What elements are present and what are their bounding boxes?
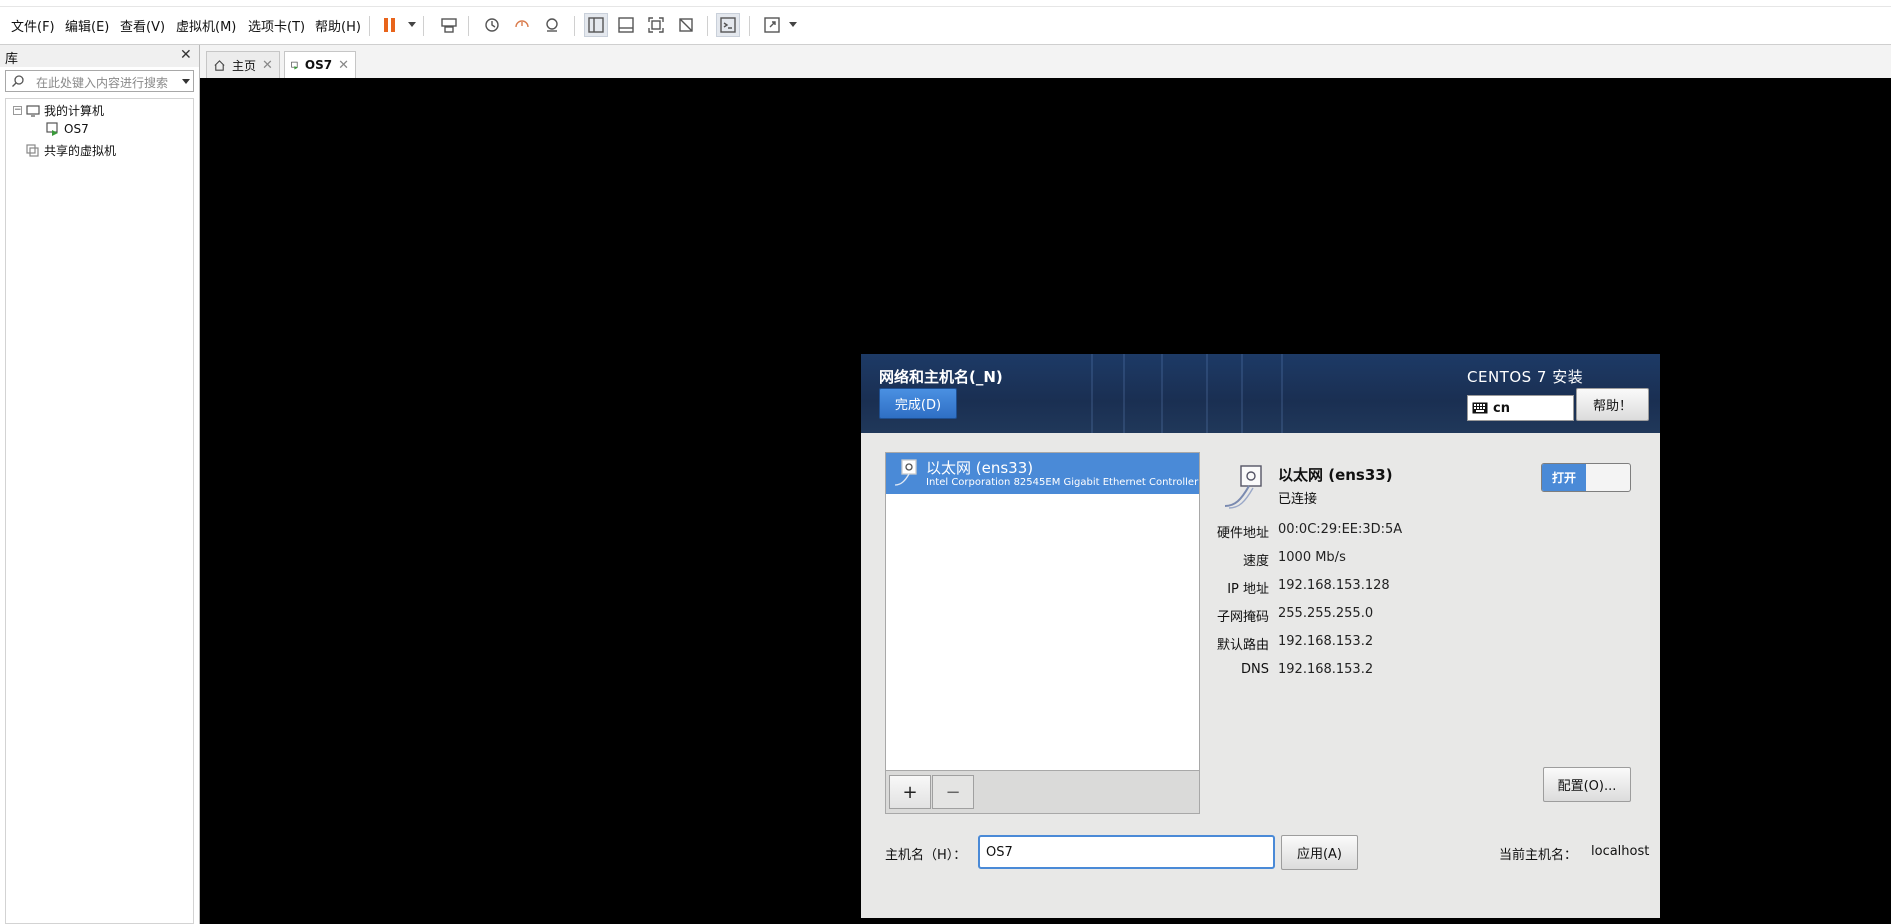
- subnet-mask-label: 子网掩码: [1216, 610, 1269, 625]
- keyboard-icon: [1472, 402, 1488, 414]
- hostname-input[interactable]: [978, 835, 1275, 869]
- toolbar-separator: [574, 16, 575, 36]
- hostname-label: 主机名（H）：: [885, 848, 967, 863]
- revert-snapshot-icon[interactable]: [510, 13, 534, 37]
- console-view-icon[interactable]: [716, 13, 740, 37]
- current-hostname-label: 当前主机名：: [1499, 848, 1578, 863]
- pause-icon[interactable]: [378, 13, 402, 37]
- tab-os7[interactable]: OS7 ✕: [284, 51, 356, 78]
- add-connection-button[interactable]: +: [889, 775, 931, 809]
- menu-vm[interactable]: 虚拟机(M): [176, 16, 236, 35]
- tree-item-shared-vms[interactable]: 共享的虚拟机: [26, 142, 116, 159]
- close-icon[interactable]: ✕: [338, 58, 349, 73]
- menu-view[interactable]: 查看(V): [120, 16, 165, 35]
- speed-label: 速度: [1242, 554, 1269, 569]
- full-screen-icon[interactable]: [644, 13, 668, 37]
- search-icon: [11, 74, 25, 88]
- toolbar-separator: [369, 16, 370, 36]
- menu-edit[interactable]: 编辑(E): [65, 16, 109, 35]
- snapshot-manager-icon[interactable]: [540, 13, 564, 37]
- library-panel: 库 ✕ 在此处键入内容进行搜索 − 我的计算机 OS7 共享的虚拟机: [0, 45, 200, 924]
- stretch-dropdown-icon[interactable]: [789, 22, 797, 27]
- toggle-on-label: 打开: [1542, 464, 1586, 491]
- speed-value: 1000 Mb/s: [1278, 550, 1346, 565]
- done-button[interactable]: 完成(D): [879, 388, 957, 419]
- tab-bar: 主页 ✕ OS7 ✕: [200, 45, 1891, 79]
- keyboard-layout-indicator[interactable]: cn: [1467, 395, 1574, 421]
- tab-home[interactable]: 主页 ✕: [206, 51, 280, 78]
- connection-list: 以太网 (ens33) Intel Corporation 82545EM Gi…: [885, 452, 1200, 774]
- help-button[interactable]: 帮助！: [1576, 388, 1649, 421]
- tab-label: OS7: [304, 58, 333, 72]
- pause-dropdown-icon[interactable]: [408, 22, 416, 27]
- unity-icon[interactable]: [674, 13, 698, 37]
- toolbar-separator: [707, 16, 708, 36]
- collapse-icon[interactable]: −: [13, 106, 22, 115]
- search-dropdown-icon[interactable]: [182, 79, 190, 84]
- keyboard-layout-label: cn: [1493, 400, 1510, 416]
- toolbar-separator: [468, 16, 469, 36]
- ip-address-label: IP 地址: [1227, 582, 1269, 597]
- menubar: 文件(F) 编辑(E) 查看(V) 虚拟机(M) 选项卡(T) 帮助(H): [0, 7, 1891, 45]
- toolbar-separator: [423, 16, 424, 36]
- connection-description: Intel Corporation 82545EM Gigabit Ethern…: [926, 477, 1199, 488]
- vm-icon: [46, 122, 58, 136]
- computer-icon: [26, 104, 40, 117]
- close-icon[interactable]: ✕: [262, 58, 273, 73]
- tree-item-my-computer[interactable]: − 我的计算机: [13, 102, 104, 119]
- configure-button[interactable]: 配置(O)...: [1543, 767, 1631, 802]
- hardware-address-value: 00:0C:29:EE:3D:5A: [1278, 522, 1403, 537]
- product-title: CENTOS 7 安装: [1467, 368, 1584, 386]
- library-search[interactable]: 在此处键入内容进行搜索: [5, 70, 194, 92]
- connection-list-toolbar: + −: [885, 770, 1200, 814]
- ethernet-icon: [892, 458, 920, 488]
- ip-address-value: 192.168.153.128: [1278, 578, 1390, 593]
- tree-label: 我的计算机: [44, 104, 105, 118]
- ethernet-icon: [1221, 462, 1269, 510]
- window-title-bar: [0, 0, 1891, 7]
- device-status: 已连接: [1278, 492, 1318, 507]
- apply-button[interactable]: 应用(A): [1281, 835, 1358, 870]
- hardware-address-label: 硬件地址: [1216, 526, 1269, 541]
- show-thumbnail-icon[interactable]: [614, 13, 638, 37]
- remove-connection-button[interactable]: −: [932, 775, 974, 809]
- dns-label: DNS: [1241, 662, 1269, 677]
- vm-screen[interactable]: 网络和主机名(_N) 完成(D) CENTOS 7 安装 cn 帮助！ 以太网 …: [200, 78, 1891, 924]
- shared-vm-icon: [26, 143, 39, 157]
- network-hostname-dialog: 网络和主机名(_N) 完成(D) CENTOS 7 安装 cn 帮助！ 以太网 …: [861, 354, 1660, 918]
- device-name: 以太网 (ens33): [1278, 466, 1393, 484]
- home-icon: [214, 59, 225, 71]
- vm-icon: [291, 61, 298, 69]
- connection-toggle[interactable]: 打开: [1541, 463, 1631, 492]
- tree-item-os7[interactable]: OS7: [46, 122, 89, 136]
- tab-label: 主页: [232, 58, 257, 73]
- page-title: 网络和主机名(_N): [879, 368, 1003, 386]
- snapshot-icon[interactable]: [480, 13, 504, 37]
- connection-name: 以太网 (ens33): [926, 459, 1034, 477]
- tree-label: OS7: [64, 122, 89, 136]
- send-ctrl-alt-del-icon[interactable]: [437, 13, 461, 37]
- list-item-ethernet[interactable]: 以太网 (ens33) Intel Corporation 82545EM Gi…: [886, 453, 1199, 494]
- dns-value: 192.168.153.2: [1278, 662, 1374, 677]
- menu-tabs[interactable]: 选项卡(T): [248, 16, 305, 35]
- menu-file[interactable]: 文件(F): [11, 16, 55, 35]
- library-title: 库: [5, 52, 19, 67]
- stretch-guest-icon[interactable]: [760, 13, 784, 37]
- dialog-header: 网络和主机名(_N) 完成(D) CENTOS 7 安装 cn 帮助！: [861, 354, 1660, 433]
- close-icon[interactable]: ✕: [180, 47, 192, 63]
- library-tree: − 我的计算机 OS7 共享的虚拟机: [5, 98, 194, 924]
- subnet-mask-value: 255.255.255.0: [1278, 606, 1374, 621]
- default-route-value: 192.168.153.2: [1278, 634, 1374, 649]
- library-header: 库 ✕: [0, 45, 199, 67]
- search-input[interactable]: 在此处键入内容进行搜索: [36, 74, 168, 91]
- menu-help[interactable]: 帮助(H): [315, 16, 361, 35]
- default-route-label: 默认路由: [1216, 638, 1269, 653]
- current-hostname-value: localhost: [1591, 844, 1650, 859]
- toolbar-separator: [749, 16, 750, 36]
- show-library-icon[interactable]: [584, 13, 608, 37]
- tree-label: 共享的虚拟机: [44, 144, 117, 158]
